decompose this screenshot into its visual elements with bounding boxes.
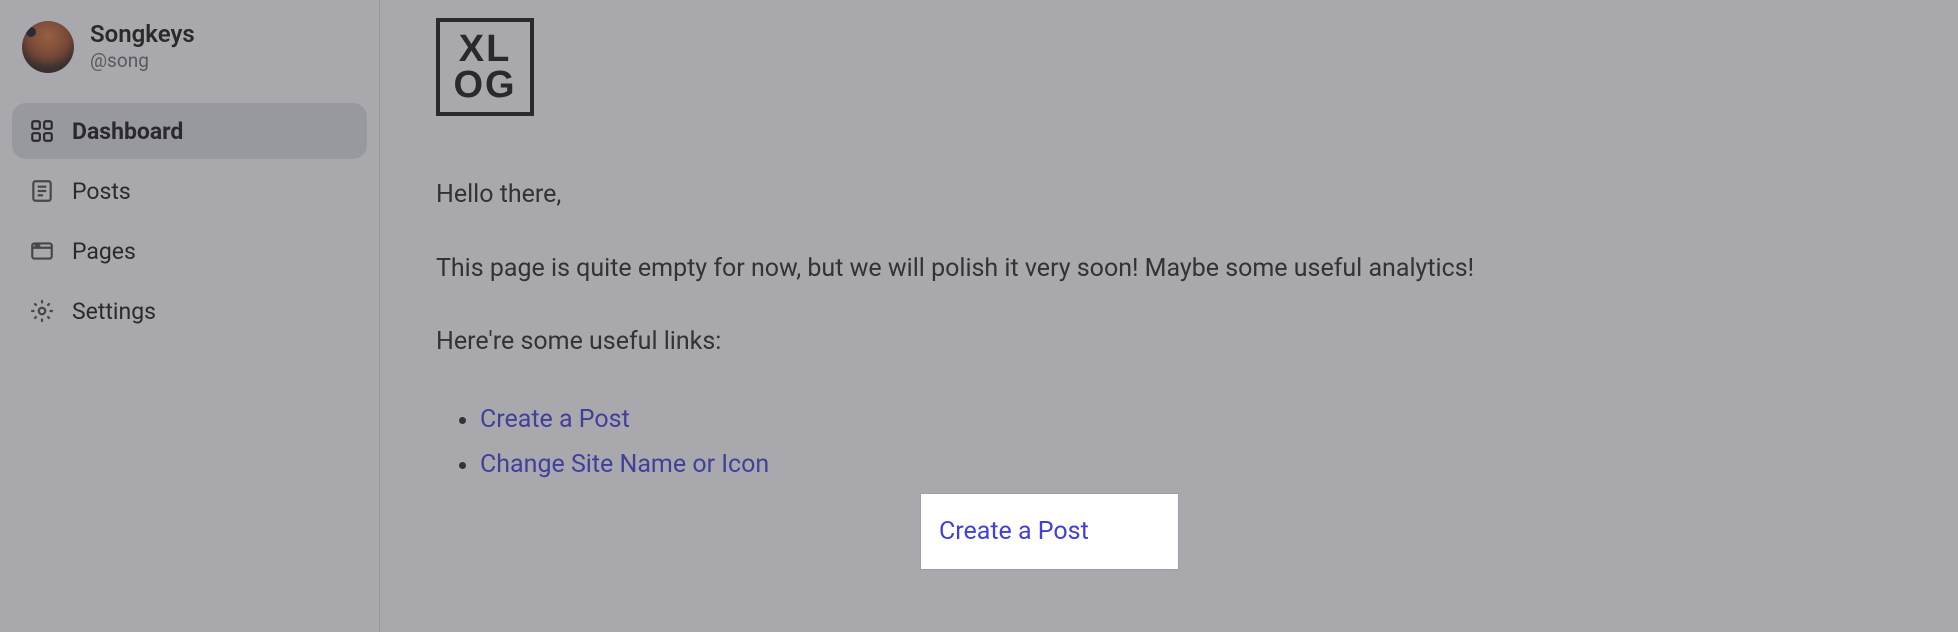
change-site-link[interactable]: Change Site Name or Icon [480,450,769,479]
dashboard-icon [28,117,56,145]
create-post-link[interactable]: Create a Post [480,405,630,434]
useful-links-list: Create a Post Change Site Name or Icon [436,405,1902,479]
pages-icon [28,237,56,265]
logo-line-2: OG [453,67,516,103]
sidebar-item-dashboard[interactable]: Dashboard [12,103,367,159]
logo-line-1: XL [453,31,516,67]
body-text: This page is quite empty for now, but we… [436,250,1902,288]
greeting-text: Hello there, [436,176,1902,214]
posts-icon [28,177,56,205]
nav-list: Dashboard Posts [12,103,367,339]
logo: XL OG [436,18,534,116]
sidebar-item-posts[interactable]: Posts [12,163,367,219]
list-item: Create a Post [480,405,1902,434]
username: Songkeys [90,20,195,49]
sidebar-item-settings[interactable]: Settings [12,283,367,339]
user-handle: @song [90,49,195,74]
user-section[interactable]: Songkeys @song [12,12,367,81]
list-item: Change Site Name or Icon [480,450,1902,479]
sidebar: Songkeys @song Dashboard [0,0,380,632]
sidebar-item-label: Dashboard [72,118,183,145]
avatar [22,21,74,73]
sidebar-item-label: Posts [72,178,131,205]
sidebar-item-label: Pages [72,238,136,265]
sidebar-item-pages[interactable]: Pages [12,223,367,279]
settings-icon [28,297,56,325]
highlighted-link-box[interactable]: Create a Post [921,494,1178,569]
highlighted-link-label: Create a Post [939,517,1089,546]
links-intro-text: Here're some useful links: [436,323,1902,361]
sidebar-item-label: Settings [72,298,156,325]
